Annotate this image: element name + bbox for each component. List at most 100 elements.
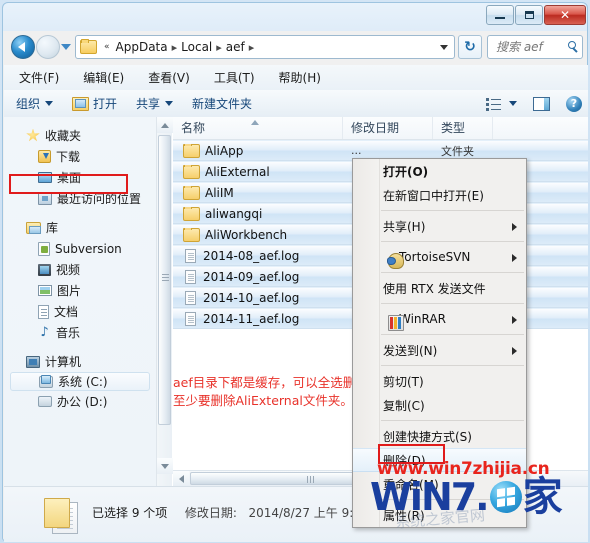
sidebar-item-favorites[interactable]: 收藏夹	[4, 125, 156, 146]
forward-button[interactable]	[36, 35, 60, 59]
search-icon	[568, 41, 576, 49]
documents-icon	[38, 304, 49, 319]
menu-edit[interactable]: 编辑(E)	[74, 66, 133, 89]
file-name-cell: 2014-08_aef.log	[173, 248, 343, 263]
breadcrumb-item-local[interactable]: Local	[179, 40, 214, 54]
new-folder-label: 新建文件夹	[192, 97, 253, 111]
scroll-down-button[interactable]	[157, 458, 173, 474]
text-file-icon	[185, 269, 196, 284]
close-button[interactable]: ✕	[544, 5, 586, 25]
maximize-button[interactable]	[515, 5, 543, 25]
menu-help[interactable]: 帮助(H)	[270, 66, 330, 89]
explorer-window-screenshot: ✕ « AppData ▸ Local ▸ aef ▸ ↻ 搜索 aef 文件(…	[0, 0, 590, 543]
column-header-row: 名称 修改日期 类型	[173, 117, 588, 140]
sidebar-item-desktop[interactable]: 桌面	[4, 167, 156, 188]
address-bar[interactable]: « AppData ▸ Local ▸ aef ▸	[75, 35, 455, 59]
submenu-arrow-icon	[512, 254, 517, 262]
new-folder-button[interactable]: 新建文件夹	[185, 92, 259, 115]
context-menu-item-cut[interactable]: 剪切(T)	[353, 369, 526, 393]
context-menu-item-share[interactable]: 共享(H)	[353, 214, 526, 238]
file-name-label: 2014-08_aef.log	[203, 248, 300, 263]
open-button[interactable]: 打开	[65, 92, 124, 115]
breadcrumb-chevron-icon[interactable]: ▸	[170, 41, 180, 54]
drive-icon	[38, 396, 52, 407]
scrollbar-grip	[310, 476, 311, 483]
sidebar-item-office-drive[interactable]: 办公 (D:)	[4, 391, 156, 412]
minimize-button[interactable]	[486, 5, 514, 25]
change-view-icon[interactable]	[486, 97, 502, 111]
sidebar-item-music[interactable]: ♪ 音乐	[4, 322, 156, 343]
scrollbar-grip	[162, 274, 169, 275]
column-header-date[interactable]: 修改日期	[343, 117, 433, 139]
context-menu-item-open-new-window[interactable]: 在新窗口中打开(E)	[353, 183, 526, 207]
breadcrumb: « AppData ▸ Local ▸ aef ▸	[100, 40, 256, 54]
sidebar-item-computer[interactable]: 计算机	[4, 351, 156, 372]
video-icon	[38, 263, 51, 276]
menu-view[interactable]: 查看(V)	[139, 66, 199, 89]
sidebar-item-subversion[interactable]: Subversion	[4, 238, 156, 259]
sidebar-item-libraries[interactable]: 库	[4, 217, 156, 238]
share-button[interactable]: 共享	[129, 92, 180, 115]
desktop-icon	[38, 172, 52, 183]
music-icon: ♪	[40, 325, 49, 340]
close-icon: ✕	[559, 8, 571, 22]
share-label: 共享	[136, 97, 161, 111]
search-input[interactable]	[494, 39, 568, 55]
search-box[interactable]	[487, 35, 583, 59]
file-name-label: AliExternal	[205, 164, 270, 179]
winrar-icon	[388, 315, 404, 331]
submenu-arrow-icon	[512, 316, 517, 324]
sidebar-item-recent-places[interactable]: 最近访问的位置	[4, 188, 156, 209]
column-header-type[interactable]: 类型	[433, 117, 493, 139]
scrollbar-thumb[interactable]	[158, 135, 171, 425]
sidebar-label: 文档	[54, 305, 79, 319]
context-menu-item-open[interactable]: 打开(O)	[353, 159, 526, 183]
context-menu-item-rtx-send[interactable]: 使用 RTX 发送文件	[353, 276, 526, 300]
sidebar-item-downloads[interactable]: 下载	[4, 146, 156, 167]
preview-pane-icon[interactable]	[533, 96, 550, 111]
scroll-up-button[interactable]	[157, 117, 173, 133]
annotation-line-2: 至少要删除AliExternal文件夹。	[173, 393, 353, 408]
navigation-pane: 收藏夹 下载 桌面 最近访问的位置 库 Subversion 视频 图片 文档 …	[4, 117, 156, 486]
column-header-name[interactable]: 名称	[173, 117, 343, 139]
system-drive-icon	[39, 374, 53, 388]
file-name-label: 2014-11_aef.log	[203, 311, 300, 326]
context-menu-item-winrar[interactable]: WinRAR	[353, 307, 526, 331]
back-button[interactable]	[11, 35, 35, 59]
navigation-scrollbar[interactable]	[156, 117, 173, 486]
file-name-label: AliWorkbench	[205, 227, 288, 242]
scroll-left-button[interactable]	[173, 471, 189, 486]
chevron-down-icon[interactable]	[509, 101, 517, 106]
tortoisesvn-icon	[387, 253, 404, 269]
recent-locations-dropdown-icon[interactable]	[61, 44, 71, 50]
sidebar-item-pictures[interactable]: 图片	[4, 280, 156, 301]
sidebar-label: 桌面	[57, 171, 82, 185]
sidebar-item-documents[interactable]: 文档	[4, 301, 156, 322]
context-menu-item-tortoisesvn[interactable]: TortoiseSVN	[353, 245, 526, 269]
watermark-logo: WiN7. 家	[370, 477, 563, 517]
address-dropdown-icon[interactable]	[440, 45, 448, 50]
sidebar-label: 图片	[57, 284, 82, 298]
file-name-cell: 2014-11_aef.log	[173, 311, 343, 326]
menu-tools[interactable]: 工具(T)	[205, 66, 264, 89]
sidebar-label: 音乐	[56, 326, 81, 340]
breadcrumb-overflow-icon[interactable]: «	[100, 42, 114, 52]
menu-file[interactable]: 文件(F)	[10, 66, 68, 89]
breadcrumb-item-appdata[interactable]: AppData	[114, 40, 170, 54]
title-bar: ✕	[3, 3, 589, 29]
submenu-arrow-icon	[512, 223, 517, 231]
context-menu-item-copy[interactable]: 复制(C)	[353, 393, 526, 417]
organize-button[interactable]: 组织	[9, 92, 60, 115]
file-name-cell: AliApp	[173, 143, 343, 158]
breadcrumb-item-aef[interactable]: aef	[224, 40, 247, 54]
sidebar-item-system-drive[interactable]: 系统 (C:)	[10, 372, 150, 391]
breadcrumb-chevron-icon[interactable]: ▸	[247, 41, 257, 54]
address-bar-row: « AppData ▸ Local ▸ aef ▸ ↻	[3, 29, 589, 65]
status-text: 已选择 9 个项 修改日期: 2014/8/27 上午 9:58	[92, 504, 369, 521]
help-icon[interactable]: ?	[566, 95, 582, 112]
breadcrumb-chevron-icon[interactable]: ▸	[214, 41, 224, 54]
context-menu-item-send-to[interactable]: 发送到(N)	[353, 338, 526, 362]
context-menu-item-create-shortcut[interactable]: 创建快捷方式(S)	[353, 424, 526, 448]
refresh-button[interactable]: ↻	[458, 35, 482, 59]
sidebar-item-videos[interactable]: 视频	[4, 259, 156, 280]
